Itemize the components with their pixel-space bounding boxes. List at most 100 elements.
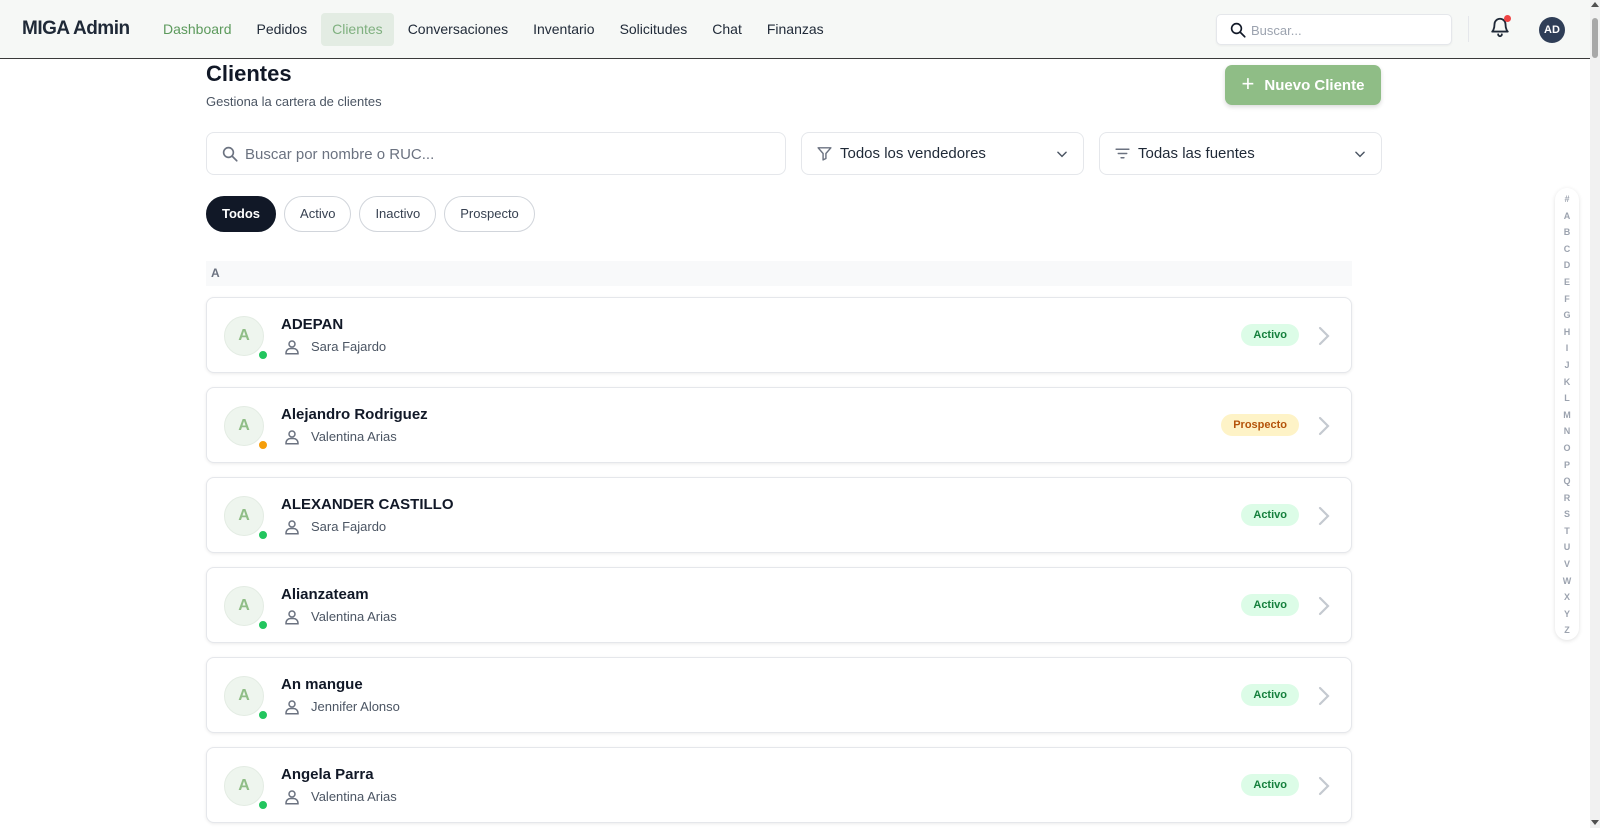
- source-select[interactable]: Todas las fuentes: [1099, 132, 1382, 175]
- chevron-down-icon: [1057, 151, 1067, 158]
- chevron-right-icon: [1318, 416, 1330, 436]
- alphabet-index-letter[interactable]: Z: [1555, 622, 1579, 639]
- status-badge: Activo: [1241, 504, 1299, 526]
- nav-item-finanzas[interactable]: Finanzas: [756, 13, 835, 46]
- new-client-button[interactable]: + Nuevo Cliente: [1225, 65, 1381, 105]
- alphabet-index-letter[interactable]: R: [1555, 490, 1579, 507]
- client-vendor: Valentina Arias: [311, 429, 397, 444]
- client-row[interactable]: A Alejandro Rodriguez Valentina Arias Pr…: [206, 387, 1352, 463]
- chevron-down-icon: [1355, 151, 1365, 158]
- status-badge: Activo: [1241, 594, 1299, 616]
- status-dot: [257, 439, 269, 451]
- chevron-right-icon: [1318, 596, 1330, 616]
- alphabet-index-letter[interactable]: P: [1555, 457, 1579, 474]
- client-row[interactable]: A ALEXANDER CASTILLO Sara Fajardo Activo: [206, 477, 1352, 553]
- status-badge: Activo: [1241, 684, 1299, 706]
- alphabet-index-letter[interactable]: K: [1555, 374, 1579, 391]
- alphabet-index-letter[interactable]: L: [1555, 390, 1579, 407]
- alphabet-index-letter[interactable]: Y: [1555, 606, 1579, 623]
- client-vendor: Sara Fajardo: [311, 519, 387, 534]
- client-vendor: Valentina Arias: [311, 609, 397, 624]
- scroll-thumb[interactable]: [1592, 18, 1598, 58]
- nav-item-clientes[interactable]: Clientes: [321, 13, 394, 46]
- alphabet-index-letter[interactable]: D: [1555, 257, 1579, 274]
- client-row[interactable]: A ADEPAN Sara Fajardo Activo: [206, 297, 1352, 373]
- nav-item-conversaciones[interactable]: Conversaciones: [397, 13, 519, 46]
- chip-inactivo[interactable]: Inactivo: [359, 196, 437, 232]
- page-subtitle: Gestiona la cartera de clientes: [206, 94, 382, 109]
- client-name: Alianzateam: [281, 586, 369, 603]
- alphabet-index-letter[interactable]: V: [1555, 556, 1579, 573]
- alphabet-index-letter[interactable]: E: [1555, 274, 1579, 291]
- alphabet-index-letter[interactable]: C: [1555, 241, 1579, 258]
- vendor-select[interactable]: Todos los vendedores: [801, 132, 1084, 175]
- alphabet-index-letter[interactable]: W: [1555, 573, 1579, 590]
- client-row[interactable]: A Angela Parra Valentina Arias Activo: [206, 747, 1352, 823]
- alphabet-index-letter[interactable]: B: [1555, 224, 1579, 241]
- client-search-input[interactable]: [245, 144, 765, 164]
- nav-item-dashboard[interactable]: Dashboard: [152, 13, 243, 46]
- alphabet-index-letter[interactable]: #: [1555, 191, 1579, 208]
- client-name: Angela Parra: [281, 766, 374, 783]
- top-navbar: MIGA Admin Dashboard Pedidos Clientes Co…: [0, 0, 1590, 59]
- alphabet-index-letter[interactable]: J: [1555, 357, 1579, 374]
- client-row[interactable]: A Alianzateam Valentina Arias Activo: [206, 567, 1352, 643]
- main-nav: Dashboard Pedidos Clientes Conversacione…: [152, 13, 838, 46]
- user-icon: [285, 700, 299, 715]
- client-list: A ADEPAN Sara Fajardo Activo A Alejandro…: [206, 297, 1352, 837]
- client-row[interactable]: A An mangue Jennifer Alonso Activo: [206, 657, 1352, 733]
- client-vendor: Sara Fajardo: [311, 339, 387, 354]
- alphabet-index-letter[interactable]: S: [1555, 506, 1579, 523]
- page-title: Clientes: [206, 61, 292, 86]
- alphabet-index-letter[interactable]: Q: [1555, 473, 1579, 490]
- alphabet-index-letter[interactable]: U: [1555, 539, 1579, 556]
- alphabet-index-letter[interactable]: N: [1555, 423, 1579, 440]
- client-name: An mangue: [281, 676, 363, 693]
- alphabet-index-letter[interactable]: F: [1555, 291, 1579, 308]
- scroll-up-arrow-icon[interactable]: [1591, 2, 1599, 7]
- alphabet-index-letter[interactable]: O: [1555, 440, 1579, 457]
- nav-item-pedidos[interactable]: Pedidos: [246, 13, 319, 46]
- scroll-down-arrow-icon[interactable]: [1591, 820, 1599, 825]
- status-badge: Activo: [1241, 324, 1299, 346]
- alphabet-index: # A B C D E F G H I J K L M N O P Q R S T U V W X Y Z: [1555, 188, 1579, 640]
- alphabet-index-letter[interactable]: G: [1555, 307, 1579, 324]
- plus-icon: +: [1241, 71, 1255, 96]
- global-search-input[interactable]: [1251, 20, 1441, 40]
- new-client-label: Nuevo Cliente: [1264, 76, 1365, 94]
- alphabet-index-letter[interactable]: M: [1555, 407, 1579, 424]
- client-search[interactable]: [206, 132, 786, 175]
- alphabet-index-letter[interactable]: I: [1555, 340, 1579, 357]
- user-icon: [285, 610, 299, 625]
- status-badge: Activo: [1241, 774, 1299, 796]
- user-icon: [285, 790, 299, 805]
- status-dot: [257, 619, 269, 631]
- nav-item-inventario[interactable]: Inventario: [522, 13, 605, 46]
- alphabet-index-letter[interactable]: X: [1555, 589, 1579, 606]
- alphabet-index-letter[interactable]: T: [1555, 523, 1579, 540]
- chevron-right-icon: [1318, 686, 1330, 706]
- nav-item-solicitudes[interactable]: Solicitudes: [609, 13, 699, 46]
- brand-logo[interactable]: MIGA Admin: [22, 18, 130, 40]
- global-search[interactable]: [1216, 14, 1452, 45]
- user-avatar[interactable]: AD: [1539, 17, 1565, 43]
- chip-prospecto[interactable]: Prospecto: [444, 196, 535, 232]
- alphabet-index-letter[interactable]: H: [1555, 324, 1579, 341]
- status-dot: [257, 349, 269, 361]
- client-vendor: Valentina Arias: [311, 789, 397, 804]
- chip-todos[interactable]: Todos: [206, 196, 277, 232]
- page-scrollbar[interactable]: [1590, 0, 1600, 828]
- nav-item-chat[interactable]: Chat: [701, 13, 753, 46]
- source-select-value: Todas las fuentes: [1138, 145, 1255, 162]
- search-icon: [222, 146, 238, 162]
- section-header-letter: A: [206, 261, 1352, 286]
- status-dot: [257, 709, 269, 721]
- vendor-select-value: Todos los vendedores: [840, 145, 986, 162]
- notification-dot: [1504, 15, 1511, 22]
- client-name: ADEPAN: [281, 316, 344, 333]
- client-name: ALEXANDER CASTILLO: [281, 496, 454, 513]
- user-icon: [285, 430, 299, 445]
- client-name: Alejandro Rodriguez: [281, 406, 428, 423]
- alphabet-index-letter[interactable]: A: [1555, 208, 1579, 225]
- chip-activo[interactable]: Activo: [284, 196, 352, 232]
